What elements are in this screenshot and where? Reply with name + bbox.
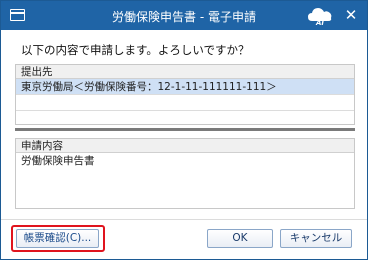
destination-row-empty[interactable] (16, 95, 354, 111)
confirmation-message: 以下の内容で申請します。よろしいですか？ (21, 43, 250, 57)
destination-header: 提出先 (16, 65, 354, 79)
close-button[interactable]: ✕ (342, 6, 360, 24)
dialog-window: 労働保険申告書 - 電子申請 AI ✕ 以下の内容で申請します。よろしいですか？… (0, 0, 368, 260)
footer-divider (1, 219, 367, 220)
contents-list: 申請内容 労働保険申告書 (15, 138, 355, 209)
ok-button[interactable]: OK (207, 229, 273, 248)
ai-cloud-icon: AI (308, 8, 332, 26)
contents-header: 申請内容 (16, 139, 354, 153)
section-separator (15, 128, 355, 131)
contents-row[interactable]: 労働保険申告書 (16, 153, 354, 169)
destination-list: 提出先 東京労働局＜労働保険番号：12-1-11-111111-111＞ (15, 64, 355, 125)
destination-row-empty[interactable] (16, 111, 354, 124)
svg-text:AI: AI (315, 19, 324, 26)
title-bar[interactable]: 労働保険申告書 - 電子申請 AI ✕ (1, 1, 367, 30)
preview-form-button[interactable]: 帳票確認(C)... (16, 229, 99, 248)
cancel-button[interactable]: キャンセル (280, 229, 352, 248)
destination-row[interactable]: 東京労働局＜労働保険番号：12-1-11-111111-111＞ (16, 79, 354, 95)
